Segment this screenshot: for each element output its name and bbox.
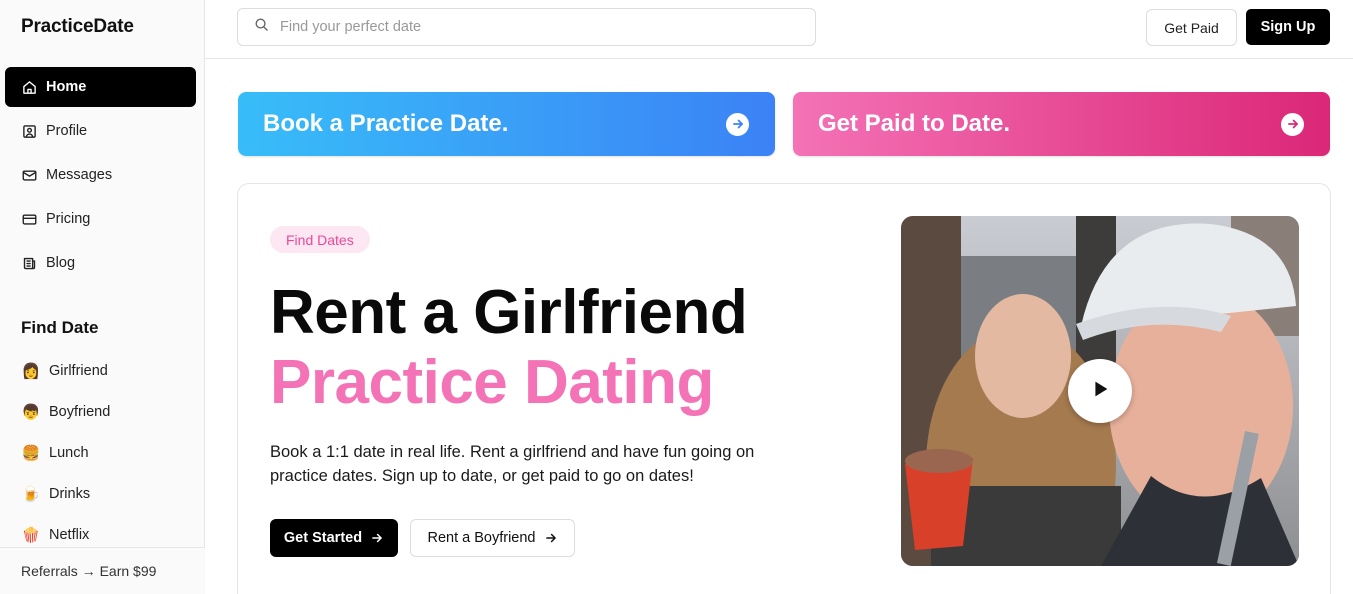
find-item-label: Girlfriend — [49, 362, 108, 379]
book-practice-date-banner[interactable]: Book a Practice Date. — [238, 92, 775, 156]
sidebar-item-label: Blog — [46, 255, 76, 271]
get-started-button[interactable]: Get Started — [270, 519, 398, 557]
sidebar-item-home[interactable]: Home — [5, 67, 196, 107]
find-item-lunch[interactable]: 🍔 Lunch — [21, 432, 201, 473]
sidebar: PracticeDate Home Profile Messages Prici… — [0, 0, 205, 594]
play-button[interactable] — [1068, 359, 1132, 423]
find-item-label: Drinks — [49, 485, 91, 502]
banner-label: Book a Practice Date. — [263, 110, 509, 137]
button-label: Get Started — [283, 530, 363, 546]
sign-up-button[interactable]: Sign Up — [1246, 9, 1330, 45]
find-item-label: Netflix — [49, 526, 90, 543]
banner-label: Get Paid to Date. — [818, 110, 1011, 137]
arrow-right-icon — [544, 531, 558, 545]
find-item-boyfriend[interactable]: 👦 Boyfriend — [21, 391, 201, 432]
search-input[interactable] — [280, 19, 760, 35]
find-item-label: Boyfriend — [49, 403, 111, 420]
sidebar-item-pricing[interactable]: Pricing — [5, 199, 196, 239]
sidebar-item-label: Pricing — [46, 211, 91, 227]
get-paid-to-date-banner[interactable]: Get Paid to Date. — [793, 92, 1330, 156]
hero-card: Find Dates Rent a Girlfriend Practice Da… — [237, 183, 1331, 594]
button-label: Rent a Boyfriend — [427, 530, 536, 546]
find-item-label: Lunch — [49, 444, 89, 461]
beer-emoji-icon: 🍺 — [21, 485, 41, 503]
rent-a-boyfriend-button[interactable]: Rent a Boyfriend — [410, 519, 575, 557]
girlfriend-emoji-icon: 👩 — [21, 362, 41, 380]
play-icon — [1089, 378, 1111, 405]
burger-emoji-icon: 🍔 — [21, 444, 41, 462]
newspaper-icon — [21, 255, 37, 271]
boyfriend-emoji-icon: 👦 — [21, 403, 41, 421]
arrow-right-icon — [370, 531, 384, 545]
get-paid-button[interactable]: Get Paid — [1146, 9, 1237, 46]
find-item-drinks[interactable]: 🍺 Drinks — [21, 473, 201, 514]
sidebar-item-label: Home — [46, 79, 87, 95]
sidebar-nav: Home Profile Messages Pricing Blog — [5, 67, 196, 287]
brand-logo[interactable]: PracticeDate — [21, 16, 134, 38]
sidebar-item-label: Profile — [46, 123, 88, 139]
find-dates-badge: Find Dates — [270, 226, 370, 253]
home-icon — [21, 79, 37, 95]
search-icon — [254, 17, 269, 37]
mail-icon — [21, 167, 37, 183]
video-thumbnail[interactable] — [901, 216, 1299, 566]
find-item-girlfriend[interactable]: 👩 Girlfriend — [21, 350, 201, 391]
credit-card-icon — [21, 211, 37, 227]
arrow-right-circle-icon — [1281, 112, 1304, 136]
find-date-heading: Find Date — [21, 318, 99, 337]
sidebar-item-label: Messages — [46, 167, 113, 183]
popcorn-emoji-icon: 🍿 — [21, 526, 41, 544]
hero-title-line-1: Rent a Girlfriend — [270, 278, 748, 347]
sidebar-item-blog[interactable]: Blog — [5, 243, 196, 283]
sidebar-item-messages[interactable]: Messages — [5, 155, 196, 195]
arrow-right-circle-icon — [726, 112, 749, 136]
hero-description: Book a 1:1 date in real life. Rent a gir… — [270, 443, 755, 485]
referral-link[interactable]: Referrals → Earn $99 — [0, 547, 205, 594]
hero-title-line-2: Practice Dating — [270, 348, 714, 417]
find-date-list: 👩 Girlfriend 👦 Boyfriend 🍔 Lunch 🍺 Drink… — [21, 350, 201, 555]
search-bar[interactable] — [237, 8, 816, 46]
top-header: Get Paid Sign Up — [205, 0, 1353, 59]
profile-icon — [21, 123, 37, 139]
sidebar-item-profile[interactable]: Profile — [5, 111, 196, 151]
